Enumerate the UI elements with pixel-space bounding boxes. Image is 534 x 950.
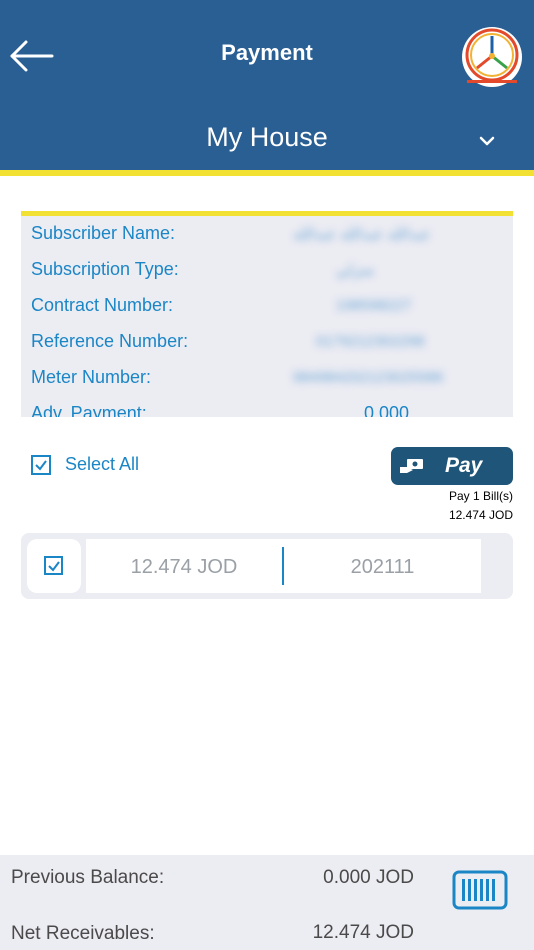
subscriber-name-value: عبدالله عبدالله عبدالله — [293, 226, 431, 243]
hand-cash-icon — [400, 459, 423, 473]
house-dropdown-button[interactable] — [474, 132, 500, 152]
contract-number-row: Contract Number: 198598227 — [31, 295, 501, 327]
company-logo — [461, 26, 523, 88]
bill-details: 12.474 JOD 202111 — [86, 539, 481, 593]
net-receivables-label: Net Receivables: — [11, 923, 155, 944]
adv-payment-row: Adv. Payment: 0.000 — [31, 403, 501, 417]
app-header: Payment My House — [0, 0, 534, 172]
bill-row[interactable]: 12.474 JOD 202111 — [21, 533, 513, 599]
reference-number-row: Reference Number: 0179212302298 — [31, 331, 501, 363]
card-accent-stripe — [21, 211, 513, 216]
pay-total-amount: 12.474 JOD — [448, 508, 513, 522]
barcode-button[interactable] — [452, 868, 508, 912]
chevron-down-icon — [479, 136, 495, 146]
barcode-icon — [452, 870, 508, 910]
subscriber-name-label: Subscriber Name: — [31, 223, 176, 243]
checkbox-checked-icon — [44, 556, 63, 575]
meter-number-value: 984984202123025586 — [293, 369, 444, 386]
pay-button-label: Pay — [445, 454, 483, 477]
pay-bill-count: Pay 1 Bill(s) — [448, 489, 513, 503]
page-title: Payment — [221, 40, 313, 65]
select-all-label: Select All — [65, 454, 140, 474]
header-accent-stripe — [0, 170, 534, 176]
house-title: My House — [206, 122, 328, 152]
reference-number-label: Reference Number: — [31, 331, 189, 351]
previous-balance-value: 0.000 JOD — [323, 867, 414, 888]
net-receivables-value: 12.474 JOD — [312, 922, 414, 943]
subscription-type-value: منزلي — [336, 262, 374, 279]
checkbox-checked-icon — [31, 455, 51, 475]
adv-payment-label: Adv. Payment: — [31, 403, 147, 417]
contract-number-label: Contract Number: — [31, 295, 174, 315]
meter-number-row: Meter Number: 984984202123025586 — [31, 367, 501, 399]
bill-amount: 12.474 JOD — [130, 556, 238, 578]
contract-number-value: 198598227 — [336, 297, 412, 314]
pay-button[interactable]: Pay — [391, 447, 513, 485]
subscriber-info-card: Subscriber Name: عبدالله عبدالله عبدالله… — [21, 211, 513, 417]
subscriber-name-row: Subscriber Name: عبدالله عبدالله عبدالله — [31, 223, 501, 255]
reference-number-value: 0179212302298 — [316, 333, 425, 350]
meter-number-label: Meter Number: — [31, 367, 152, 387]
subscription-type-label: Subscription Type: — [31, 259, 179, 279]
previous-balance-label: Previous Balance: — [11, 867, 165, 888]
adv-payment-value: 0.000 — [364, 403, 410, 417]
subscription-type-row: Subscription Type: منزلي — [31, 259, 501, 291]
bill-checkbox[interactable] — [27, 539, 81, 593]
bill-period: 202111 — [350, 556, 415, 578]
